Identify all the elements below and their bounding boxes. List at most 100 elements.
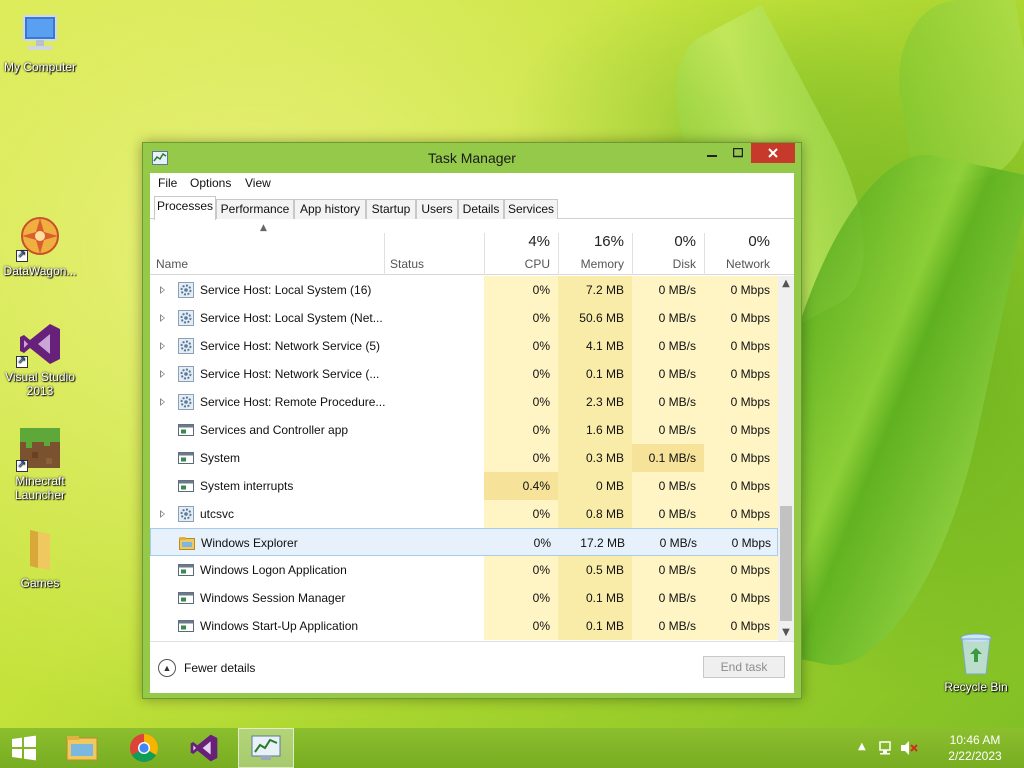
process-row[interactable]: Service Host: Network Service (... 0% 0.1 …	[150, 360, 778, 388]
desktop-icon-label: My Computer	[3, 60, 77, 74]
desktop-icon-recycle-bin[interactable]: Recycle Bin	[936, 630, 1016, 694]
end-task-button[interactable]: End task	[703, 656, 785, 678]
process-row[interactable]: Service Host: Local System (Net... 0% 50.6…	[150, 304, 778, 332]
column-memory[interactable]: 16% Memory	[558, 219, 632, 275]
menu-bar: File Options View	[150, 173, 794, 195]
memory-cell: 0 MB	[595, 479, 624, 493]
scroll-thumb[interactable]	[780, 506, 792, 621]
task-manager-window[interactable]: Task Manager File Options View Processes…	[142, 142, 802, 699]
clock[interactable]: 10:46 AM 2/22/2023	[940, 732, 1010, 764]
footer-bar: ▲ Fewer details End task	[150, 641, 794, 693]
process-row[interactable]: Windows Explorer 0% 17.2 MB 0 MB/s 0 Mbps	[150, 528, 778, 556]
taskbar-task-manager[interactable]	[238, 728, 294, 768]
maximize-button[interactable]	[725, 143, 751, 163]
desktop-icon-my-computer[interactable]: My Computer	[0, 10, 80, 74]
title-bar[interactable]: Task Manager	[143, 143, 801, 173]
memory-cell: 0.1 MB	[585, 591, 624, 605]
fewer-details-button[interactable]: ▲ Fewer details	[158, 658, 255, 678]
network-icon[interactable]	[878, 740, 894, 756]
app-window-icon	[178, 590, 194, 606]
desktop-icon-games[interactable]: Games	[0, 526, 80, 590]
taskbar-file-explorer[interactable]	[54, 728, 110, 768]
menu-view[interactable]: View	[245, 176, 271, 190]
visual-studio-icon	[190, 734, 218, 762]
minimize-button[interactable]	[699, 143, 725, 163]
tab-users[interactable]: Users	[416, 199, 458, 219]
process-name: Service Host: Network Service (5)	[200, 339, 381, 353]
menu-file[interactable]: File	[158, 176, 177, 190]
process-row[interactable]: Services and Controller app 0% 1.6 MB 0 MB/…	[150, 416, 778, 444]
process-row[interactable]: Windows Start-Up Application 0% 0.1 MB 0 MB…	[150, 612, 778, 640]
expand-arrow-icon[interactable]	[160, 398, 165, 406]
column-status[interactable]: Status	[384, 219, 484, 275]
tab-services[interactable]: Services	[504, 199, 558, 219]
column-cpu[interactable]: 4% CPU	[484, 219, 558, 275]
expand-arrow-icon[interactable]	[160, 370, 165, 378]
volume-muted-icon[interactable]	[900, 740, 918, 756]
vertical-scrollbar[interactable]: ▲ ▼	[778, 276, 794, 641]
column-name[interactable]: Name	[150, 219, 384, 275]
menu-options[interactable]: Options	[190, 176, 231, 190]
cpu-cell: 0%	[532, 367, 550, 381]
disk-cell: 0 MB/s	[658, 507, 696, 521]
app-window-icon	[178, 618, 194, 634]
close-button[interactable]	[751, 143, 795, 163]
tab-processes[interactable]: Processes	[154, 196, 216, 220]
memory-cell: 50.6 MB	[579, 311, 624, 325]
process-row[interactable]: utcsvc 0% 0.8 MB 0 MB/s 0 Mbps	[150, 500, 778, 528]
process-name: utcsvc	[200, 507, 235, 521]
expand-arrow-icon[interactable]	[160, 286, 165, 294]
process-row[interactable]: System interrupts 0.4% 0 MB 0 MB/s 0 Mbps	[150, 472, 778, 500]
taskbar-chrome[interactable]	[116, 728, 172, 768]
cpu-cell: 0%	[532, 339, 550, 353]
memory-cell: 0.3 MB	[585, 451, 624, 465]
memory-cell: 0.1 MB	[585, 619, 624, 633]
cpu-cell: 0%	[533, 536, 551, 550]
tab-startup[interactable]: Startup	[366, 199, 416, 219]
disk-cell: 0 MB/s	[658, 395, 696, 409]
show-hidden-icons-icon[interactable]: ▲	[858, 741, 866, 752]
start-button[interactable]	[0, 728, 48, 768]
process-row[interactable]: Service Host: Local System (16) 0% 7.2 MB 0…	[150, 276, 778, 304]
disk-cell: 0.1 MB/s	[648, 451, 696, 465]
recycle-bin-icon	[952, 630, 1000, 678]
disk-cell: 0 MB/s	[658, 563, 696, 577]
start-icon	[12, 735, 36, 761]
process-row[interactable]: Windows Session Manager 0% 0.1 MB 0 MB/s 0 M…	[150, 584, 778, 612]
disk-cell: 0 MB/s	[658, 423, 696, 437]
app-window-icon	[178, 450, 194, 466]
column-network[interactable]: 0% Network	[704, 219, 778, 275]
maximize-icon	[733, 148, 743, 158]
taskbar-visual-studio[interactable]	[176, 728, 232, 768]
task-manager-icon	[251, 735, 281, 760]
process-row[interactable]: Windows Logon Application 0% 0.5 MB 0 MB/s 0…	[150, 556, 778, 584]
memory-cell: 0.1 MB	[585, 367, 624, 381]
network-cell: 0 Mbps	[731, 536, 771, 550]
desktop-icon-visual-studio[interactable]: Visual Studio 2013	[0, 320, 80, 398]
scroll-down-icon[interactable]: ▼	[778, 625, 794, 641]
scroll-up-icon[interactable]: ▲	[778, 276, 794, 292]
tab-app-history[interactable]: App history	[294, 199, 366, 219]
memory-cell: 0.8 MB	[585, 507, 624, 521]
process-name: Windows Session Manager	[200, 591, 346, 605]
desktop-icon-minecraft[interactable]: Minecraft Launcher	[0, 424, 80, 502]
expand-arrow-icon[interactable]	[160, 314, 165, 322]
process-row[interactable]: Service Host: Remote Procedure... 0% 2.3 M…	[150, 388, 778, 416]
expand-arrow-icon[interactable]	[160, 510, 165, 518]
process-name: Service Host: Remote Procedure...	[200, 395, 386, 409]
disk-cell: 0 MB/s	[658, 619, 696, 633]
tab-details[interactable]: Details	[458, 199, 504, 219]
cpu-cell: 0%	[532, 311, 550, 325]
desktop-icon-datawagon[interactable]: DataWagon...	[0, 214, 80, 278]
column-disk[interactable]: 0% Disk	[632, 219, 704, 275]
network-cell: 0 Mbps	[730, 479, 770, 493]
tab-performance[interactable]: Performance	[216, 199, 294, 219]
network-cell: 0 Mbps	[730, 563, 770, 577]
process-row[interactable]: Service Host: Network Service (5) 0% 4.1 M…	[150, 332, 778, 360]
expand-arrow-icon[interactable]	[160, 342, 165, 350]
process-name: Windows Logon Application	[200, 563, 347, 577]
shortcut-arrow-icon	[16, 248, 28, 262]
network-cell: 0 Mbps	[730, 591, 770, 605]
process-row[interactable]: System 0% 0.3 MB 0.1 MB/s 0 Mbps	[150, 444, 778, 472]
network-cell: 0 Mbps	[730, 507, 770, 521]
